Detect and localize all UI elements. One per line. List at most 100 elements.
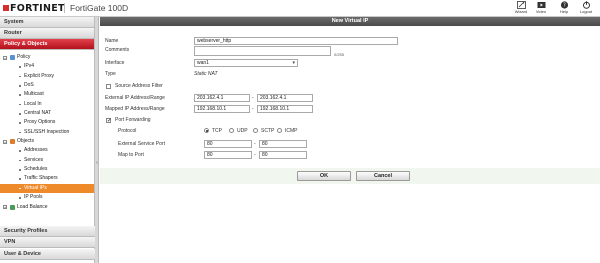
tree-label: Load Balance bbox=[17, 203, 48, 210]
video-button[interactable]: Video bbox=[531, 1, 551, 16]
tree-label: Multicast bbox=[24, 91, 44, 98]
name-input[interactable]: webserver_http bbox=[194, 37, 398, 45]
video-label: Video bbox=[535, 9, 547, 14]
type-value: Static NAT bbox=[194, 71, 218, 77]
protocol-tcp-label: TCP bbox=[212, 128, 222, 134]
tree-item-explicit-proxy[interactable]: Explicit Proxy bbox=[0, 72, 94, 81]
protocol-udp-label: UDP bbox=[237, 128, 248, 134]
section-system[interactable]: System bbox=[0, 17, 94, 28]
top-header: FORTINET FortiGate 100D Wizard Video ? H… bbox=[0, 0, 600, 17]
range-dash: - bbox=[254, 152, 256, 158]
tree-label: SSL/SSH Inspection bbox=[24, 128, 70, 135]
external-port-end-input[interactable]: 80 bbox=[259, 140, 307, 148]
tree-label: IPv4 bbox=[24, 63, 35, 70]
tree-item-dos[interactable]: DoS bbox=[0, 81, 94, 90]
tree-item-central-nat[interactable]: Central NAT bbox=[0, 109, 94, 118]
wizard-label: Wizard bbox=[514, 9, 528, 14]
protocol-sctp-label: SCTP bbox=[261, 128, 275, 134]
new-virtual-ip-dialog: New Virtual IP Name webserver_http Comme… bbox=[100, 17, 600, 263]
tree-item-addresses[interactable]: Addresses bbox=[0, 146, 94, 155]
comments-counter: 0/255 bbox=[334, 52, 345, 57]
range-dash: - bbox=[252, 95, 254, 101]
dialog-button-bar: OK Cancel bbox=[100, 168, 600, 184]
comments-label: Comments bbox=[105, 47, 130, 53]
collapse-sidebar-icon[interactable]: ‹ bbox=[95, 159, 99, 167]
tree-item-policy[interactable]: − Policy bbox=[0, 53, 94, 62]
expand-icon[interactable]: + bbox=[3, 205, 7, 210]
tree-label: IP Pools bbox=[24, 194, 43, 201]
cancel-button[interactable]: Cancel bbox=[356, 171, 410, 181]
collapse-icon[interactable]: − bbox=[3, 55, 7, 60]
type-label: Type bbox=[105, 71, 116, 77]
tree-label: Traffic Shapers bbox=[24, 175, 58, 182]
tree-item-ip-pools[interactable]: IP Pools bbox=[0, 193, 94, 202]
dialog-title: New Virtual IP bbox=[100, 17, 600, 26]
tree-label: Proxy Options bbox=[24, 119, 56, 126]
tree-label: Local In bbox=[24, 100, 42, 107]
header-separator bbox=[64, 3, 65, 13]
tree-label: Addresses bbox=[24, 147, 48, 154]
external-port-label: External Service Port bbox=[118, 141, 165, 147]
port-forwarding-checkbox[interactable] bbox=[106, 117, 112, 124]
help-label: Help bbox=[559, 9, 569, 14]
tree-item-virtual-ips[interactable]: Virtual IPs bbox=[0, 183, 94, 194]
interface-select[interactable]: wan1 ▾ bbox=[194, 59, 298, 67]
load-balance-icon bbox=[10, 204, 15, 210]
protocol-icmp-label: ICMP bbox=[285, 128, 298, 134]
logout-button[interactable]: Logout bbox=[576, 1, 596, 16]
tree-item-local-in[interactable]: Local In bbox=[0, 100, 94, 109]
tree-item-ssl-ssh[interactable]: SSL/SSH Inspection bbox=[0, 128, 94, 137]
policy-icon bbox=[10, 55, 15, 61]
interface-label: Interface bbox=[105, 60, 125, 66]
tree-label: Policy bbox=[17, 54, 31, 60]
section-security-profiles[interactable]: Security Profiles bbox=[0, 226, 95, 237]
external-ip-end-input[interactable]: 203.162.4.1 bbox=[257, 94, 313, 102]
tree-item-traffic-shapers[interactable]: Traffic Shapers bbox=[0, 174, 94, 183]
protocol-udp-radio[interactable] bbox=[229, 128, 234, 133]
sidebar: System Router Policy & Objects − Policy … bbox=[0, 17, 95, 263]
collapse-icon[interactable]: − bbox=[3, 139, 7, 144]
protocol-sctp-radio[interactable] bbox=[253, 128, 258, 133]
wizard-button[interactable]: Wizard bbox=[511, 1, 531, 16]
tree-item-objects[interactable]: − Objects bbox=[0, 137, 94, 146]
source-filter-checkbox[interactable] bbox=[106, 84, 111, 89]
tree-item-multicast[interactable]: Multicast bbox=[0, 90, 94, 99]
video-icon bbox=[537, 2, 545, 8]
mapped-ip-end-input[interactable]: 192.168.10.1 bbox=[257, 105, 313, 113]
port-forwarding-label: Port Forwarding bbox=[115, 117, 151, 123]
tree-item-services[interactable]: Services bbox=[0, 156, 94, 165]
range-dash: - bbox=[254, 141, 256, 147]
section-policy-objects[interactable]: Policy & Objects bbox=[0, 39, 94, 50]
tree-label: Services bbox=[24, 156, 44, 163]
ok-button[interactable]: OK bbox=[297, 171, 351, 181]
device-name: FortiGate 100D bbox=[70, 3, 129, 13]
sidebar-resize-handle[interactable]: ‹ bbox=[95, 17, 99, 263]
wizard-icon bbox=[516, 1, 526, 9]
tree-label: Virtual IPs bbox=[24, 184, 47, 191]
protocol-icmp-radio[interactable] bbox=[277, 128, 282, 133]
comments-textarea[interactable] bbox=[194, 46, 331, 56]
protocol-tcp-radio[interactable] bbox=[204, 128, 209, 133]
section-vpn[interactable]: VPN bbox=[0, 237, 95, 248]
section-router[interactable]: Router bbox=[0, 28, 94, 39]
section-user-device[interactable]: User & Device bbox=[0, 249, 95, 260]
fortinet-logo: FORTINET bbox=[3, 3, 65, 14]
mapped-ip-start-input[interactable]: 192.168.10.1 bbox=[194, 105, 250, 113]
help-button[interactable]: ? Help bbox=[554, 1, 574, 16]
external-port-start-input[interactable]: 80 bbox=[204, 140, 252, 148]
tree-item-schedules[interactable]: Schedules bbox=[0, 165, 94, 174]
map-port-start-input[interactable]: 80 bbox=[204, 151, 252, 159]
brand-text: FORTINET bbox=[10, 3, 65, 14]
svg-text:?: ? bbox=[563, 3, 566, 9]
map-port-end-input[interactable]: 80 bbox=[259, 151, 307, 159]
external-ip-start-input[interactable]: 203.162.4.1 bbox=[194, 94, 250, 102]
map-port-label: Map to Port bbox=[118, 152, 144, 158]
tree-item-ipv4[interactable]: IPv4 bbox=[0, 62, 94, 71]
tree-label: DoS bbox=[24, 82, 34, 89]
tree-item-proxy-options[interactable]: Proxy Options bbox=[0, 118, 94, 127]
tree-item-load-balance[interactable]: + Load Balance bbox=[0, 203, 94, 212]
logout-icon bbox=[582, 1, 590, 9]
source-filter-label: Source Address Filter bbox=[115, 83, 163, 89]
objects-icon bbox=[10, 139, 15, 145]
help-icon: ? bbox=[560, 1, 568, 9]
